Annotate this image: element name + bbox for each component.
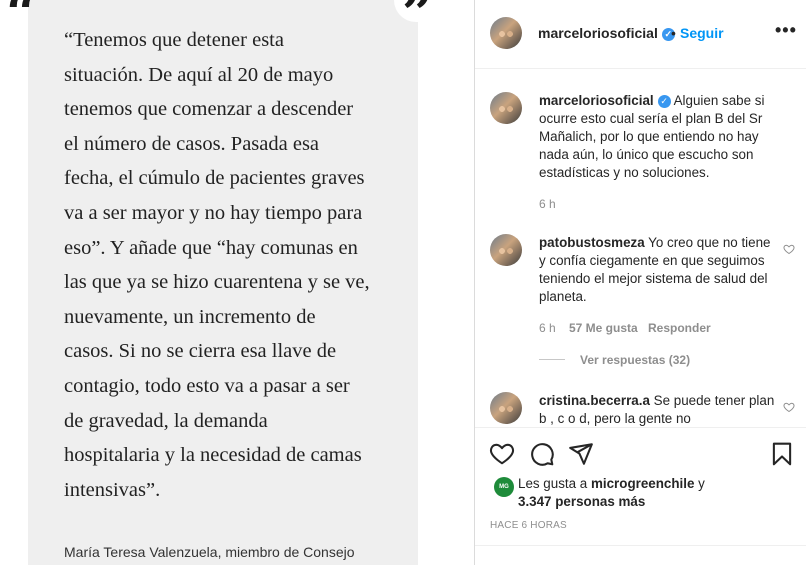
comments-list[interactable]: marceloriosoficial ✓ Alguien sabe si ocur… xyxy=(475,69,806,427)
comment-icon[interactable] xyxy=(529,441,555,467)
comment-body: cristina.becerra.a Se puede tener plan b… xyxy=(539,392,779,427)
author-username[interactable]: marceloriosoficial xyxy=(538,25,658,41)
post-side-panel: marceloriosoficial ✓ • Seguir ••• marcelo… xyxy=(475,0,806,565)
comment-username[interactable]: patobustosmeza xyxy=(539,235,645,250)
comment-username[interactable]: cristina.becerra.a xyxy=(539,393,650,408)
commenter-avatar[interactable] xyxy=(490,234,522,266)
article-quote-text: “Tenemos que detener esta situación. De … xyxy=(64,29,370,501)
likes-others-link[interactable]: 3.347 personas más xyxy=(518,494,645,509)
author-username-row[interactable]: marceloriosoficial ✓ xyxy=(538,25,675,41)
likes-summary: Les gusta a microgreenchile y 3.347 pers… xyxy=(518,475,778,511)
share-icon[interactable] xyxy=(568,441,594,467)
actions-bottom-divider xyxy=(475,545,806,546)
post-timestamp[interactable]: HACE 6 HORAS xyxy=(490,520,567,531)
reply-label[interactable]: Responder xyxy=(648,321,711,335)
comment-likes-label[interactable]: 57 Me gusta xyxy=(569,321,638,335)
likes-prefix: Les gusta a xyxy=(518,476,588,491)
comment-likes-count[interactable]: 57 Me gusta xyxy=(569,321,638,335)
follow-button[interactable]: Seguir xyxy=(680,25,724,41)
author-avatar[interactable] xyxy=(490,17,522,49)
header-separator: • xyxy=(671,25,676,41)
comment-username[interactable]: marceloriosoficial xyxy=(539,93,654,108)
commenter-avatar[interactable] xyxy=(490,92,522,124)
commenter-avatar[interactable] xyxy=(490,392,522,424)
view-replies-label[interactable]: Ver respuestas (32) xyxy=(580,353,690,367)
comment-time[interactable]: 6 h xyxy=(539,321,556,335)
view-replies-button[interactable]: Ver respuestas (32) xyxy=(580,353,690,367)
comment-time[interactable]: 6 h xyxy=(539,197,556,211)
comment-body: patobustosmeza Yo creo que no tiene y co… xyxy=(539,234,779,306)
liker-username[interactable]: microgreenchile xyxy=(591,476,694,491)
liker-avatar[interactable]: MG xyxy=(494,477,514,497)
post-image[interactable]: “ ” “Tenemos que detener esta situación.… xyxy=(0,0,474,565)
heart-icon[interactable] xyxy=(489,441,515,467)
reply-button[interactable]: Responder xyxy=(648,321,711,335)
likes-conjunction: y xyxy=(698,476,705,491)
like-comment-heart-icon[interactable] xyxy=(783,401,795,413)
open-quote-mark: “ xyxy=(6,0,38,45)
bookmark-icon[interactable] xyxy=(769,441,795,467)
comment-body: marceloriosoficial ✓ Alguien sabe si ocur… xyxy=(539,92,779,182)
verified-badge-icon: ✓ xyxy=(657,94,671,108)
article-caption: María Teresa Valenzuela, miembro de Cons… xyxy=(64,544,355,560)
replies-divider-line xyxy=(539,359,565,360)
more-options-icon[interactable]: ••• xyxy=(775,20,797,41)
like-comment-heart-icon[interactable] xyxy=(783,243,795,255)
post-actions-section: MG Les gusta a microgreenchile y 3.347 p… xyxy=(475,427,806,566)
post-header: marceloriosoficial ✓ • Seguir ••• xyxy=(475,0,806,69)
